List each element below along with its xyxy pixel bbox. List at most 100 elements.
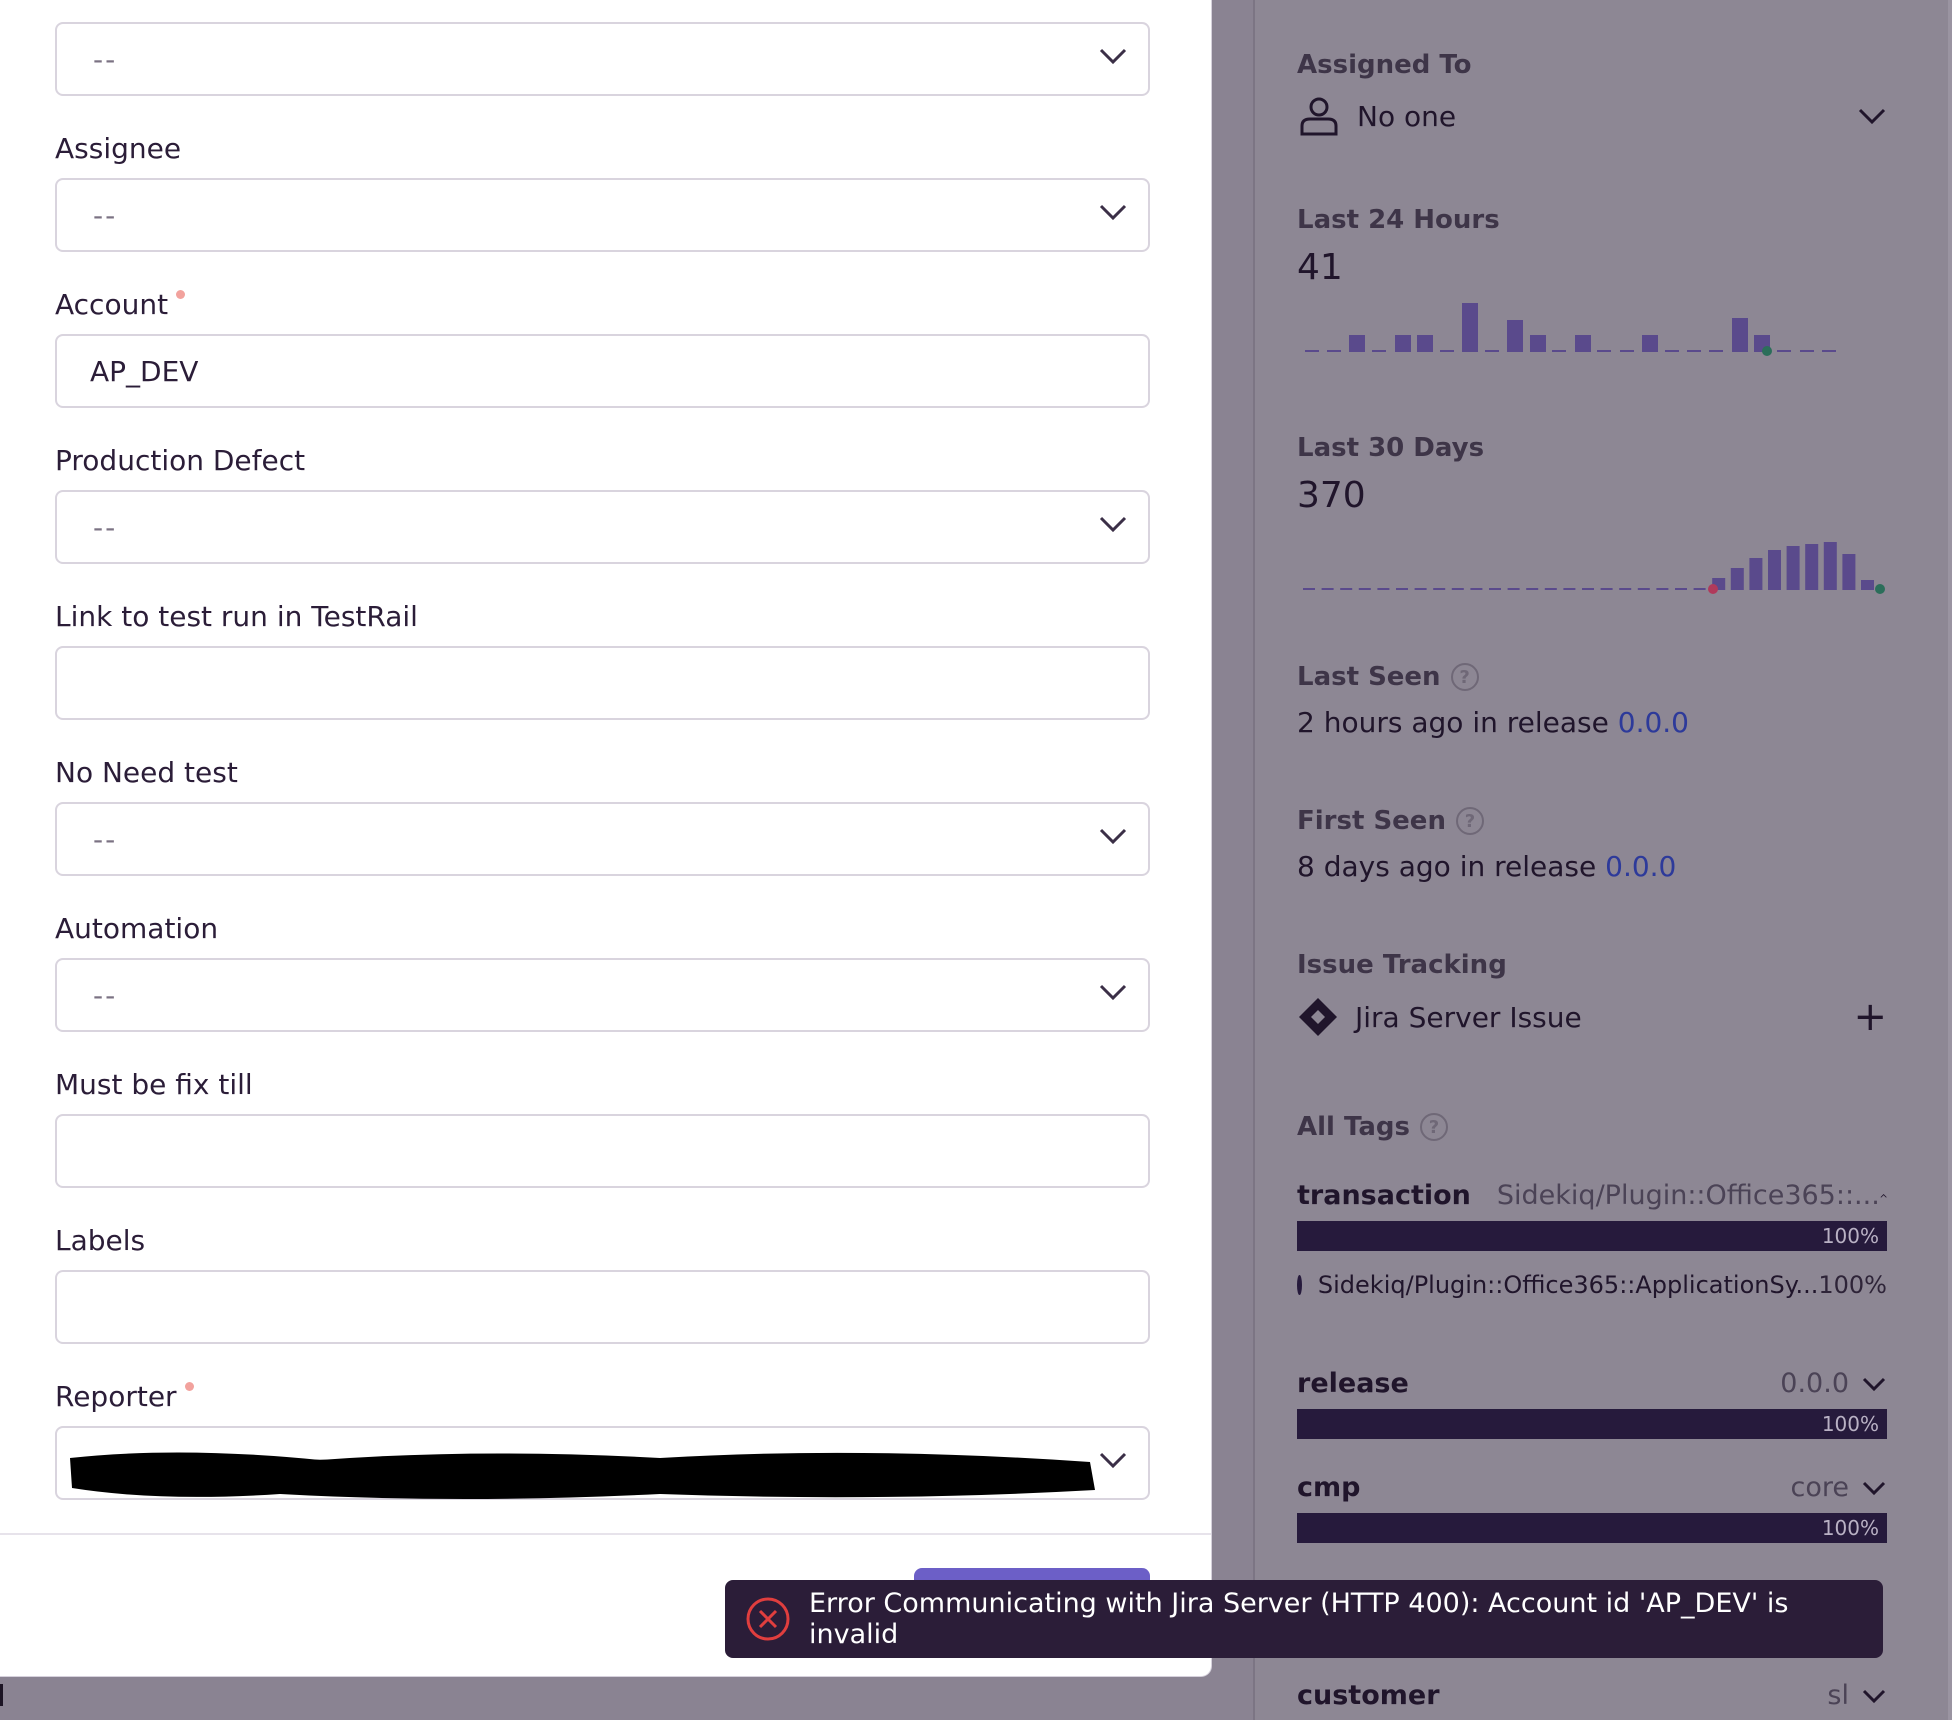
no-need-test-label-text: No Need test [55, 756, 238, 789]
spark-bar [1730, 568, 1744, 590]
spark-bar [1358, 588, 1371, 590]
spark-bar [1489, 588, 1501, 590]
first-seen-release-link[interactable]: 0.0.0 [1605, 850, 1676, 883]
required-dot [184, 1382, 194, 1391]
production-defect-label: Production Defect [55, 444, 305, 477]
spark-bar [1749, 558, 1763, 590]
automation-label: Automation [55, 912, 218, 945]
chevron-down-icon [1099, 984, 1127, 1001]
modal-footer-divider [0, 1533, 1211, 1535]
spark-bar [1675, 588, 1687, 590]
spark-bar [1563, 588, 1576, 590]
first-seen-section: First Seen? 8 days ago in release 0.0.0 [1297, 806, 1887, 883]
tag-key: release [1297, 1368, 1409, 1399]
labels-input[interactable] [55, 1270, 1150, 1344]
spark-bar [1582, 588, 1594, 590]
error-toast-message: Error Communicating with Jira Server (HT… [809, 1588, 1789, 1650]
error-circle-x-icon [746, 1597, 790, 1641]
spark-bar [1600, 588, 1613, 590]
last-seen-value: 2 hours ago in release 0.0.0 [1297, 706, 1887, 739]
tag-key: transaction [1297, 1180, 1471, 1211]
labels-label-text: Labels [55, 1224, 146, 1257]
spark-bar [1823, 542, 1837, 590]
jira-server-issue-label: Jira Server Issue [1355, 1000, 1582, 1034]
last-seen-ago[interactable]: 2 hours ago [1297, 706, 1463, 739]
account-input[interactable]: AP_DEV [55, 334, 1150, 408]
assignee-value: No one [1357, 99, 1457, 133]
tag-bar[interactable]: 100% [1297, 1409, 1887, 1439]
create-issue-modal: -- Assignee -- Account AP_DEV Production Defe… [0, 0, 1211, 1676]
help-icon[interactable]: ? [1455, 807, 1484, 835]
spark-bar [1470, 588, 1483, 590]
spark-bar [1637, 588, 1650, 590]
spark-bar [1340, 588, 1353, 590]
tag-key: cmp [1297, 1472, 1361, 1503]
issue-tracking-section: Issue Tracking Jira Server Issue + [1297, 950, 1887, 1038]
automation-select[interactable]: -- [55, 958, 1150, 1032]
assignee-dropdown[interactable]: No one [1297, 94, 1887, 138]
reporter-label: Reporter [55, 1380, 194, 1413]
help-icon[interactable]: ? [1420, 1113, 1449, 1141]
tag-cmp[interactable]: cmp core 100% [1297, 1472, 1887, 1543]
chevron-down-icon[interactable] [1861, 1479, 1887, 1497]
spark-bar [1451, 588, 1464, 590]
redaction-scribble [70, 1452, 1095, 1499]
user-icon [1300, 97, 1338, 136]
automation-selected-value: -- [93, 978, 118, 1012]
tag-customer[interactable]: customer sl [1297, 1680, 1887, 1711]
chevron-down-icon[interactable] [1861, 1375, 1887, 1393]
tag-key: customer [1297, 1680, 1440, 1711]
spark-bar [1396, 588, 1408, 590]
link-to-test-run-in-testrail-input[interactable] [55, 646, 1150, 720]
no-need-test-select[interactable]: -- [55, 802, 1150, 876]
error-toast: Error Communicating with Jira Server (HT… [725, 1580, 1883, 1658]
help-icon[interactable]: ? [1450, 663, 1479, 691]
chevron-down-icon [1099, 828, 1127, 845]
reporter-label-text: Reporter [55, 1380, 177, 1413]
last-24h-section: Last 24 Hours 41 [1297, 205, 1887, 358]
plus-icon[interactable]: + [1853, 997, 1887, 1037]
spark-bar [1377, 588, 1390, 590]
chevron-down-icon [1099, 1452, 1127, 1469]
tag-sub-value-row[interactable]: Sidekiq/Plugin::Office365::ApplicationSy… [1297, 1271, 1887, 1299]
jira-server-issue-link[interactable]: Jira Server Issue + [1297, 996, 1887, 1038]
tag-release[interactable]: release 0.0.0 100% [1297, 1368, 1887, 1439]
chevron-down-icon [1099, 204, 1127, 221]
tag-bar[interactable]: 100% [1297, 1221, 1887, 1251]
spark-bar [1414, 588, 1427, 590]
assignee-label-text: Assignee [55, 132, 182, 165]
required-dot [176, 290, 186, 299]
last-30d-section: Last 30 Days 370 [1297, 433, 1887, 596]
last-30d-sparkline [1303, 542, 1885, 594]
tag-value: core [1790, 1472, 1849, 1503]
tag-transaction[interactable]: transaction Sidekiq/Plugin::Office365::.… [1297, 1180, 1887, 1299]
chevron-down-icon [1099, 48, 1127, 65]
spark-bar [1693, 588, 1706, 590]
field-select[interactable]: -- [55, 22, 1150, 96]
account-value: AP_DEV [90, 354, 199, 388]
spark-bar [1768, 550, 1781, 590]
production-defect-select[interactable]: -- [55, 490, 1150, 564]
sidebar-edge [1948, 0, 1952, 1720]
field-selected-value: -- [93, 42, 118, 76]
spark-bar [1805, 544, 1819, 590]
first-seen-in-release: in release [1459, 850, 1597, 883]
chevron-down-icon [1099, 516, 1127, 533]
last-seen-release-link[interactable]: 0.0.0 [1618, 706, 1689, 739]
chevron-down-icon[interactable] [1861, 1687, 1887, 1705]
must-be-fix-till-label-text: Must be fix till [55, 1068, 253, 1101]
all-tags-title: All Tags [1297, 1112, 1411, 1142]
jira-diamond-icon [1299, 998, 1337, 1036]
tag-sub-pct: 100% [1818, 1271, 1887, 1299]
tag-value: Sidekiq/Plugin::Office365::... [1496, 1180, 1880, 1211]
account-label: Account [55, 288, 186, 321]
spark-bar [1656, 588, 1669, 590]
assignee-select[interactable]: -- [55, 178, 1150, 252]
tag-bar[interactable]: 100% [1297, 1513, 1887, 1543]
must-be-fix-till-input[interactable] [55, 1114, 1150, 1188]
last-seen-in-release: in release [1472, 706, 1609, 739]
first-seen-ago[interactable]: 8 days ago [1297, 850, 1451, 883]
issue-tracking-title: Issue Tracking [1297, 950, 1507, 980]
no-need-test-label: No Need test [55, 756, 238, 789]
chevron-up-icon[interactable] [1880, 1187, 1887, 1205]
